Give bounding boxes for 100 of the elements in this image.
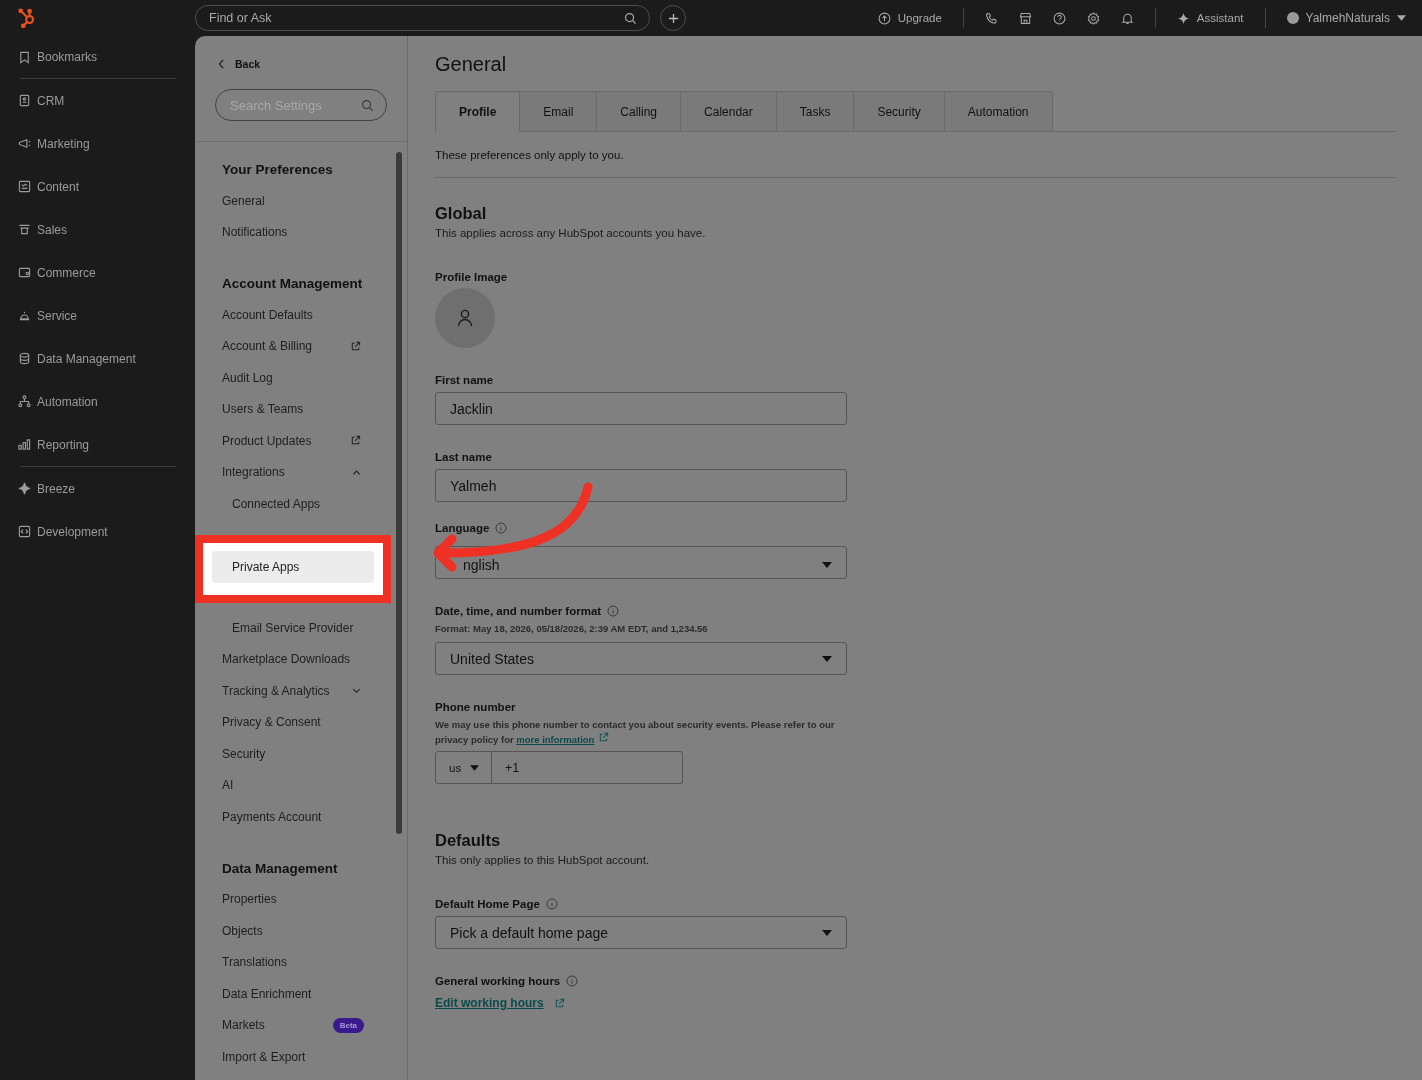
- field-label: Default Home Page: [435, 898, 540, 910]
- more-information-link[interactable]: more information: [516, 734, 595, 745]
- dropdown[interactable]: nglish: [435, 546, 847, 579]
- section-title: Global: [435, 204, 488, 223]
- field-hint: Format: May 18, 2026, 05/18/2026, 2:39 AM EDT, and 1,234.56: [435, 622, 709, 636]
- sidebar-item[interactable]: Marketplace Downloads: [212, 643, 351, 675]
- assistant-button[interactable]: Assistant: [1176, 11, 1244, 25]
- dropdown[interactable]: Pick a default home page: [435, 916, 847, 949]
- caret-icon: [822, 655, 832, 662]
- nav-item[interactable]: Automation: [37, 394, 98, 409]
- sidebar-item[interactable]: Markets: [212, 1009, 265, 1041]
- upgrade-icon: [877, 11, 891, 25]
- nav-item[interactable]: Sales: [37, 222, 68, 237]
- section-description: This only applies to this HubSpot account.: [435, 854, 651, 866]
- plus-icon: [667, 12, 679, 24]
- section-description: This applies across any HubSpot accounts you have.: [435, 227, 707, 239]
- phone-icon[interactable]: [984, 11, 998, 25]
- section-title: Defaults: [435, 831, 502, 850]
- beta-badge: Beta: [332, 1017, 364, 1033]
- sidebar-item[interactable]: Users & Teams: [212, 393, 304, 425]
- sidebar-item[interactable]: General: [212, 185, 265, 217]
- field-label: First name: [435, 374, 494, 386]
- settings-icon[interactable]: [1086, 11, 1100, 25]
- sidebar-item[interactable]: Private Apps: [212, 550, 374, 583]
- field-label: Date, time, and number format: [435, 605, 602, 617]
- nav-item[interactable]: Breeze: [37, 481, 76, 496]
- text-field[interactable]: Yalmeh: [435, 469, 847, 502]
- nav-item[interactable]: Data Management: [37, 351, 136, 366]
- caret-icon: [1397, 15, 1406, 21]
- edit-working-hours-link[interactable]: Edit working hours: [435, 996, 544, 1010]
- person-icon: [455, 308, 475, 328]
- caret-icon: [822, 929, 832, 936]
- sidebar-item[interactable]: Import & Export: [212, 1041, 306, 1073]
- sidebar-item[interactable]: Notifications: [212, 216, 288, 248]
- sidebar-item[interactable]: Account Defaults: [212, 299, 313, 331]
- sidebar-item[interactable]: Security: [212, 738, 266, 770]
- sidebar-item[interactable]: Audit Log: [212, 362, 273, 394]
- page-title: General: [435, 53, 508, 77]
- code-icon: [18, 525, 31, 538]
- nav-item[interactable]: Reporting: [37, 437, 90, 452]
- tab[interactable]: Calendar: [681, 91, 777, 132]
- sidebar-item[interactable]: Email Service Provider: [212, 612, 354, 644]
- caret-icon: [470, 764, 480, 771]
- sidebar-item[interactable]: Translations: [212, 946, 287, 978]
- field-label: Phone number: [435, 701, 516, 713]
- sidebar-item[interactable]: Product Updates: [212, 425, 312, 457]
- sidebar-item[interactable]: Connected Apps: [212, 488, 321, 520]
- back-link[interactable]: Back: [215, 55, 387, 73]
- help-icon[interactable]: [1052, 11, 1066, 25]
- megaphone-icon: [18, 137, 31, 150]
- sidebar-item[interactable]: Objects: [212, 915, 263, 947]
- nav-item[interactable]: Content: [37, 179, 80, 194]
- tab[interactable]: Automation: [944, 91, 1053, 132]
- search-icon: [361, 98, 374, 112]
- upgrade-button[interactable]: Upgrade: [877, 11, 942, 25]
- field-label: Language: [435, 522, 490, 534]
- nav-item[interactable]: Bookmarks: [18, 36, 176, 78]
- funnel-icon: [18, 223, 31, 236]
- sidebar-item[interactable]: Privacy & Consent: [212, 706, 321, 738]
- account-menu[interactable]: YalmehNaturals: [1286, 11, 1406, 25]
- bar-chart-icon: [18, 438, 31, 451]
- flowchart-icon: [18, 395, 31, 408]
- sidebar-item[interactable]: Payments Account: [212, 801, 322, 833]
- tab[interactable]: Profile: [435, 91, 521, 132]
- field-label: Last name: [435, 451, 492, 463]
- text-field[interactable]: Jacklin: [435, 392, 847, 425]
- external-link-icon: [553, 997, 565, 1009]
- note-text: These preferences only apply to you.: [435, 149, 625, 161]
- search-field[interactable]: Find or Ask: [195, 5, 650, 31]
- sidebar-item[interactable]: AI: [212, 769, 234, 801]
- sidebar-item[interactable]: Tracking & Analytics: [212, 675, 330, 707]
- sidebar-item[interactable]: Properties: [212, 883, 277, 915]
- contact-card-icon: [18, 94, 31, 107]
- notifications-icon[interactable]: [1120, 11, 1134, 25]
- nav-item[interactable]: Marketing: [37, 136, 90, 151]
- layout-icon: [18, 180, 31, 193]
- dropdown[interactable]: United States: [435, 642, 847, 675]
- nav-item[interactable]: Commerce: [37, 265, 96, 280]
- bell-icon: [18, 309, 31, 322]
- section-heading: Data Management: [221, 859, 339, 878]
- sidebar-item[interactable]: Integrations: [212, 456, 285, 488]
- sparkle-icon: [18, 482, 31, 495]
- field-label: Profile Image: [435, 271, 508, 283]
- field-hint: We may use this phone number to contact you about security events. Please refer to our privacy policy for more information: [435, 718, 836, 747]
- store-icon[interactable]: [1018, 11, 1032, 25]
- wallet-icon: [18, 266, 31, 279]
- chevron-left-icon: [218, 59, 225, 69]
- tab[interactable]: Tasks: [776, 91, 855, 132]
- country-dropdown[interactable]: us: [435, 751, 492, 784]
- nav-item[interactable]: Development: [37, 524, 108, 539]
- phone-field[interactable]: +1: [492, 751, 683, 784]
- nav-item[interactable]: CRM: [37, 93, 65, 108]
- external-link-icon: [598, 732, 610, 743]
- sidebar-item[interactable]: Account & Billing: [212, 330, 313, 362]
- tab[interactable]: Security: [854, 91, 945, 132]
- tab[interactable]: Calling: [597, 91, 682, 132]
- sidebar-item[interactable]: Data Enrichment: [212, 978, 312, 1010]
- tab[interactable]: Email: [520, 91, 598, 132]
- nav-item[interactable]: Service: [37, 308, 77, 323]
- bookmark-icon: [18, 50, 31, 64]
